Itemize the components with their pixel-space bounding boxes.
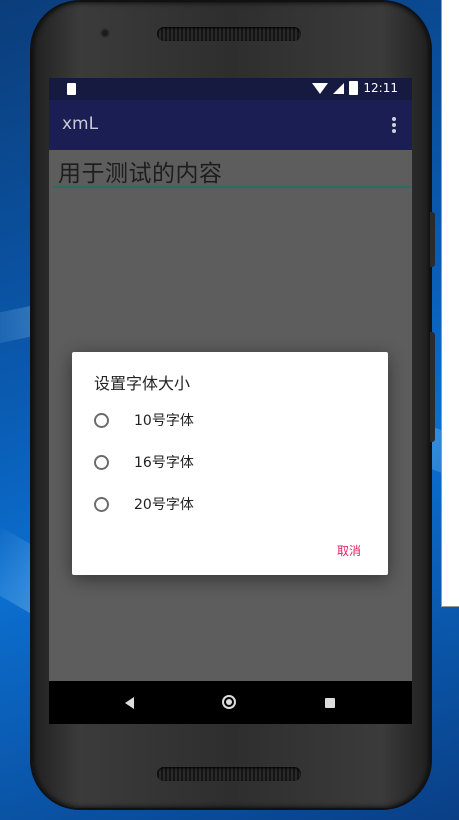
overflow-menu-icon[interactable] <box>392 117 396 133</box>
radio-button-icon[interactable] <box>94 496 109 512</box>
option-20[interactable]: 20号字体 <box>94 489 194 519</box>
cell-signal-icon <box>333 82 345 94</box>
sd-card-icon <box>67 83 76 95</box>
radio-button-icon[interactable] <box>94 412 109 428</box>
content-area: 用于测试的内容 设置字体大小 10号字体 16号字体 20号字体 取消 <box>49 150 412 681</box>
background-window <box>441 0 459 607</box>
volume-button <box>430 212 435 267</box>
edit-text-field[interactable]: 用于测试的内容 <box>58 154 223 188</box>
app-bar: xmL <box>49 100 412 150</box>
bottom-speaker <box>157 767 301 781</box>
home-icon[interactable] <box>222 695 236 709</box>
navigation-bar <box>49 681 412 724</box>
option-16[interactable]: 16号字体 <box>94 447 194 477</box>
status-time: 12:11 <box>363 81 398 95</box>
radio-button-icon[interactable] <box>94 454 109 470</box>
status-bar: 12:11 <box>49 78 412 100</box>
phone-frame: 12:11 xmL 用于测试的内容 设置字体大小 10号字体 16号字体 20号… <box>32 2 435 808</box>
recents-icon[interactable] <box>325 698 335 708</box>
option-label: 10号字体 <box>134 413 194 429</box>
device-screen: 12:11 xmL 用于测试的内容 设置字体大小 10号字体 16号字体 20号… <box>49 78 412 724</box>
option-10[interactable]: 10号字体 <box>94 405 194 435</box>
wifi-icon <box>312 82 329 94</box>
option-label: 16号字体 <box>134 455 194 471</box>
app-title: xmL <box>62 114 99 134</box>
edit-text-underline <box>53 186 411 188</box>
front-camera <box>100 28 110 38</box>
back-icon[interactable] <box>125 697 134 709</box>
cancel-button[interactable]: 取消 <box>337 542 361 559</box>
option-label: 20号字体 <box>134 497 194 513</box>
battery-charging-icon <box>349 81 359 95</box>
dialog-title: 设置字体大小 <box>94 374 191 393</box>
power-button <box>430 332 435 442</box>
top-speaker <box>157 27 301 41</box>
font-size-dialog: 设置字体大小 10号字体 16号字体 20号字体 取消 <box>72 352 388 575</box>
